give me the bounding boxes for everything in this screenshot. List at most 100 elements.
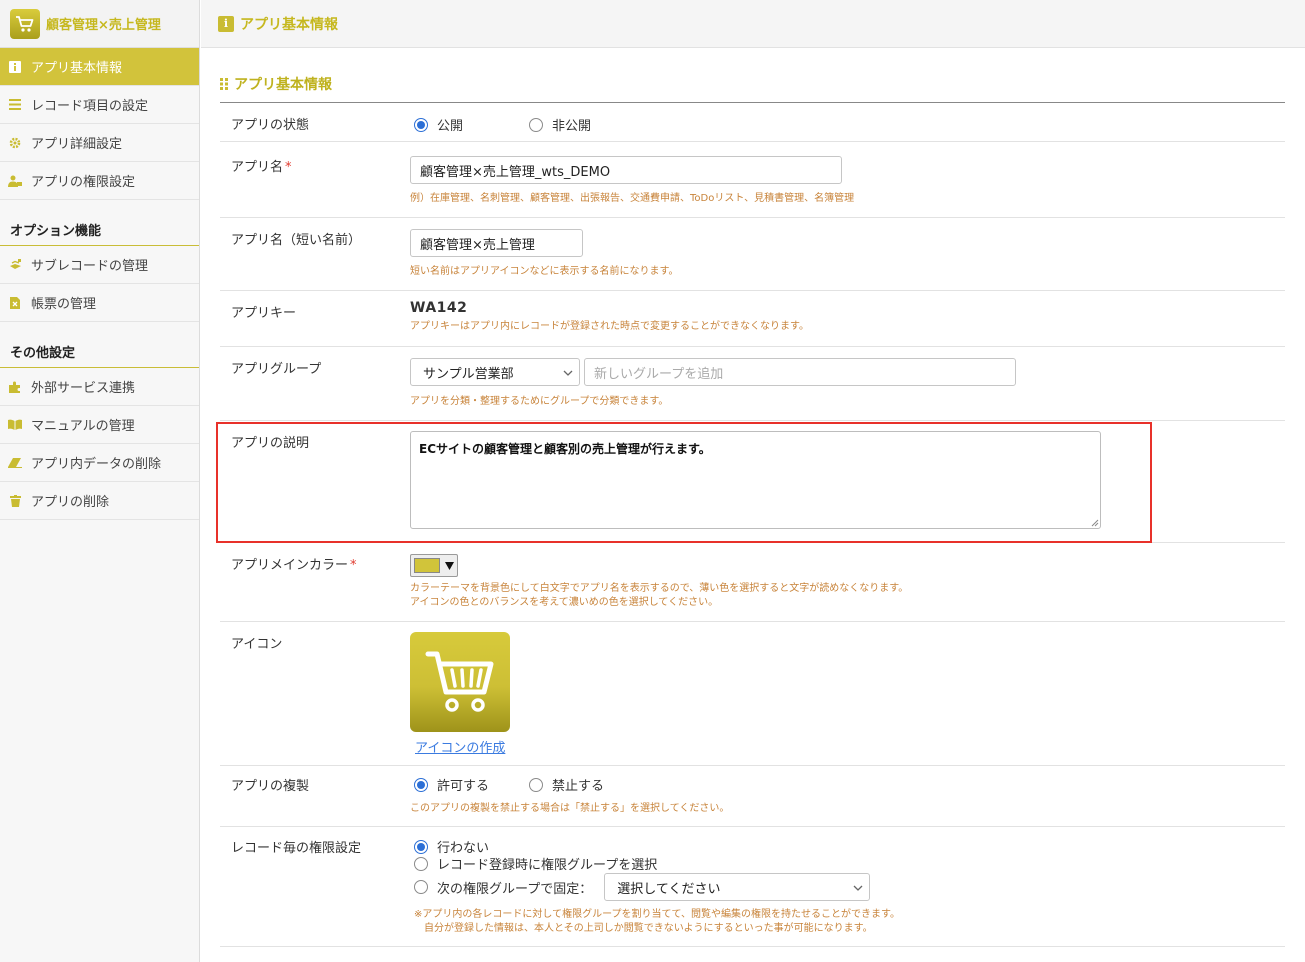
group-select[interactable]: サンプル営業部 xyxy=(410,358,580,386)
row-short-name: アプリ名（短い名前） 顧客管理×売上管理 短い名前はアプリアイコンなどに表示する… xyxy=(220,219,1285,291)
app-header[interactable]: 顧客管理×売上管理 xyxy=(0,0,199,48)
main-color-hint-1: カラーテーマを背景色にして白文字でアプリ名を表示するので、薄い色を選択すると文字… xyxy=(410,583,909,594)
icon-label: アイコン xyxy=(231,637,283,652)
radio-button[interactable] xyxy=(414,880,428,894)
duplicate-hint: このアプリの複製を禁止する場合は「禁止する」を選択してください。 xyxy=(410,803,730,814)
row-record-permission: レコード毎の権限設定 行わない レコード登録時に権限グループを選択 次の権限グル… xyxy=(220,828,1285,947)
sidebar-item-delete-app[interactable]: アプリの削除 xyxy=(0,482,199,520)
row-icon: アイコン アイコンの作成 xyxy=(220,623,1285,766)
short-name-hint: 短い名前はアプリアイコンなどに表示する名前になります。 xyxy=(410,266,679,277)
report-icon xyxy=(8,296,22,310)
main-color-label: アプリメインカラー * xyxy=(231,558,357,573)
list-icon xyxy=(8,98,22,112)
eraser-icon xyxy=(8,456,22,470)
info-icon: i xyxy=(218,15,234,32)
row-duplicate: アプリの複製 許可する 禁止する このアプリの複製を禁止する場合は「禁止する」を… xyxy=(220,767,1285,827)
radio-label: 公開 xyxy=(437,119,464,134)
required-mark: * xyxy=(285,160,292,175)
app-name-label: アプリ名 * xyxy=(231,160,292,175)
puzzle-icon xyxy=(8,380,22,394)
sidebar-item-label: 帳票の管理 xyxy=(31,297,97,312)
radio-button-checked[interactable] xyxy=(414,839,428,854)
app-group-label: アプリグループ xyxy=(231,362,322,377)
create-icon-link[interactable]: アイコンの作成 xyxy=(415,741,505,756)
record-permission-hint-1: ※アプリ内の各レコードに対して権限グループを割り当てて、閲覧や編集の権限を持たせ… xyxy=(414,909,900,920)
short-name-input[interactable]: 顧客管理×売上管理 xyxy=(410,229,583,257)
app-group-hint: アプリを分類・整理するためにグループで分類できます。 xyxy=(410,396,669,407)
status-radio-public[interactable]: 公開 xyxy=(414,115,463,134)
sidebar-item-label: 外部サービス連携 xyxy=(31,381,136,396)
sidebar-item-delete-data[interactable]: アプリ内データの削除 xyxy=(0,444,199,482)
subrecord-icon xyxy=(8,258,22,272)
permission-radio-fixed[interactable]: 次の権限グループで固定： xyxy=(414,878,592,897)
record-permission-label: レコード毎の権限設定 xyxy=(231,841,362,856)
radio-label: 許可する xyxy=(437,779,490,794)
highlight-box xyxy=(216,422,1152,543)
cart-icon[interactable] xyxy=(410,632,510,732)
sidebar-item-permissions[interactable]: アプリの権限設定 xyxy=(0,162,199,200)
row-app-status: アプリの状態 公開 非公開 xyxy=(220,103,1285,142)
status-label: アプリの状態 xyxy=(231,118,310,133)
sidebar-item-manuals[interactable]: マニュアルの管理 xyxy=(0,406,199,444)
caret-down-icon xyxy=(445,561,454,570)
sidebar-item-external-services[interactable]: 外部サービス連携 xyxy=(0,368,199,406)
book-icon xyxy=(8,418,22,432)
app-name-hint: 例）在庫管理、名刺管理、顧客管理、出張報告、交通費申請、ToDoリスト、見積書管… xyxy=(410,193,855,204)
record-permission-hint-2: 自分が登録した情報は、本人とその上司しか閲覧できないようにするといった事が可能に… xyxy=(424,923,873,934)
sidebar-item-label: アプリ基本情報 xyxy=(31,61,123,76)
radio-button[interactable] xyxy=(529,777,544,792)
radio-button[interactable] xyxy=(529,117,544,132)
sidebar-item-label: アプリ内データの削除 xyxy=(31,457,162,472)
new-group-input[interactable]: 新しいグループを追加 xyxy=(584,358,1016,386)
main-color-hint-2: アイコンの色とのバランスを考えて濃いめの色を選択してください。 xyxy=(410,597,719,608)
gear-icon xyxy=(8,136,22,150)
sidebar-item-label: アプリ詳細設定 xyxy=(31,137,123,152)
permission-radio-on-register[interactable]: レコード登録時に権限グループを選択 xyxy=(414,854,657,873)
permission-group-select-value: 選択してください xyxy=(617,881,721,897)
radio-button[interactable] xyxy=(414,856,428,871)
page-title: アプリ基本情報 xyxy=(240,16,338,33)
permission-group-select[interactable]: 選択してください xyxy=(604,873,871,901)
sidebar-item-subrecords[interactable]: サブレコードの管理 xyxy=(0,246,199,284)
color-picker-button[interactable] xyxy=(410,554,458,577)
chevron-down-icon xyxy=(853,880,863,895)
group-select-value: サンプル営業部 xyxy=(423,366,514,382)
duplicate-label: アプリの複製 xyxy=(231,779,310,794)
sidebar-item-reports[interactable]: 帳票の管理 xyxy=(0,284,199,322)
sidebar-item-basic-info[interactable]: アプリ基本情報 xyxy=(0,48,199,86)
radio-label: 次の権限グループで固定： xyxy=(437,881,593,897)
row-app-key: アプリキー WA142 アプリキーはアプリ内にレコードが登録された時点で変更する… xyxy=(220,292,1285,347)
required-mark: * xyxy=(350,558,357,573)
sidebar: 顧客管理×売上管理 アプリ基本情報 レコード項目の設定 アプリ詳細設定 アプリの… xyxy=(0,0,200,962)
app-title: 顧客管理×売上管理 xyxy=(46,18,161,33)
row-app-name: アプリ名 * 顧客管理×売上管理_wts_DEMO 例）在庫管理、名刺管理、顧客管… xyxy=(220,143,1285,218)
app-key-label: アプリキー xyxy=(231,306,297,321)
sidebar-item-label: マニュアルの管理 xyxy=(31,419,135,434)
page-header: i アプリ基本情報 xyxy=(201,0,1305,48)
sidebar-item-label: アプリの権限設定 xyxy=(31,175,136,190)
sidebar-item-detail-settings[interactable]: アプリ詳細設定 xyxy=(0,124,199,162)
section-heading: アプリ基本情報 xyxy=(220,74,332,94)
duplicate-radio-deny[interactable]: 禁止する xyxy=(529,775,604,794)
color-swatch xyxy=(414,558,440,573)
app-key-value: WA142 xyxy=(410,300,468,316)
radio-label: 非公開 xyxy=(552,119,592,134)
radio-label: 禁止する xyxy=(552,779,605,794)
status-radio-private[interactable]: 非公開 xyxy=(529,115,591,134)
sidebar-item-label: サブレコードの管理 xyxy=(31,259,149,274)
section-title: アプリ基本情報 xyxy=(234,77,332,93)
app-key-hint: アプリキーはアプリ内にレコードが登録された時点で変更することができなくなります。 xyxy=(410,321,809,332)
info-icon xyxy=(8,60,22,74)
row-app-group: アプリグループ サンプル営業部 新しいグループを追加 アプリを分類・整理するため… xyxy=(220,348,1285,421)
chevron-down-icon xyxy=(563,365,573,380)
cart-icon xyxy=(10,8,40,39)
duplicate-radio-allow[interactable]: 許可する xyxy=(414,775,489,794)
radio-button-checked[interactable] xyxy=(414,777,428,792)
radio-button-checked[interactable] xyxy=(414,117,428,132)
option-section-heading: オプション機能 xyxy=(0,208,199,246)
sidebar-item-label: アプリの削除 xyxy=(31,495,110,510)
sidebar-item-label: レコード項目の設定 xyxy=(31,99,149,114)
app-name-input[interactable]: 顧客管理×売上管理_wts_DEMO xyxy=(410,156,842,184)
sidebar-item-record-fields[interactable]: レコード項目の設定 xyxy=(0,86,199,124)
other-section-heading: その他設定 xyxy=(0,330,199,368)
